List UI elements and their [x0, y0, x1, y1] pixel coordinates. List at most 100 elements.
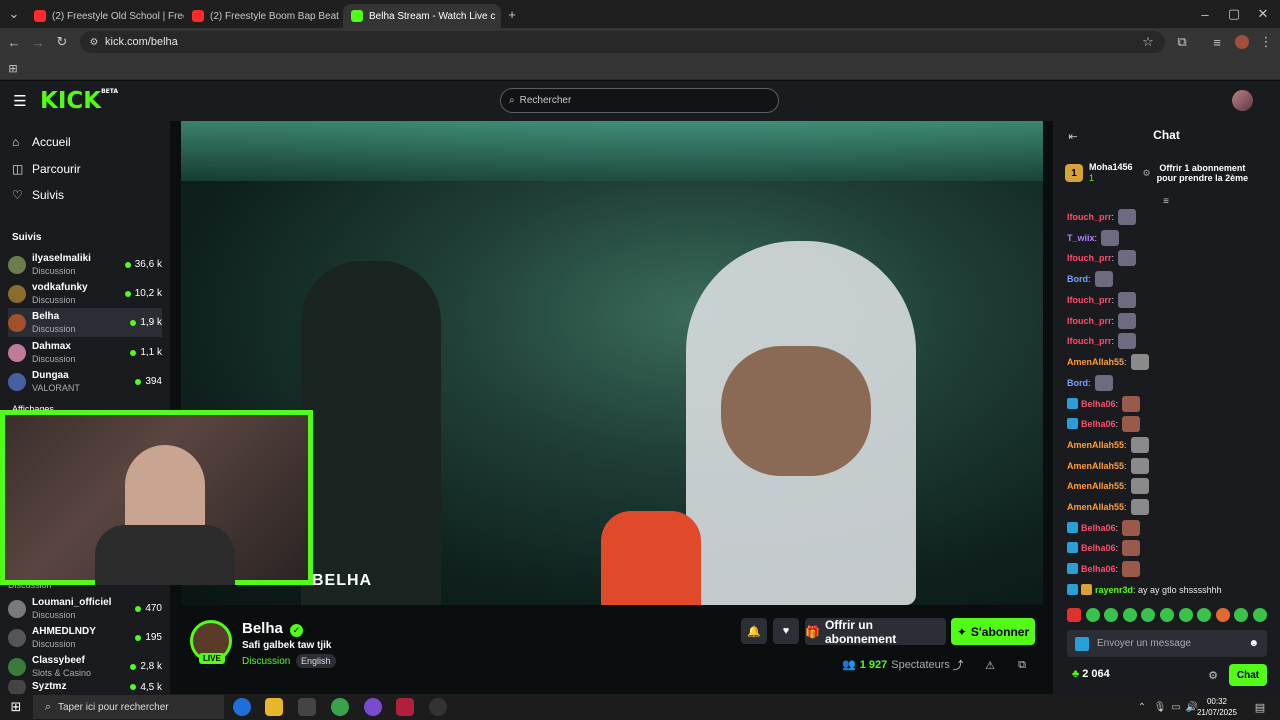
media-control-icon[interactable]: ≡ — [1207, 32, 1227, 52]
emote-icon[interactable] — [1159, 608, 1174, 622]
apps-grid-icon[interactable]: ⊞ — [3, 58, 23, 78]
sidebar-item-suivis[interactable]: ♡ Suivis — [12, 183, 64, 207]
bookmark-star-icon[interactable]: ☆ — [1138, 32, 1158, 52]
gift-sub-button[interactable]: 🎁 Offrir un abonnement — [805, 618, 946, 646]
extensions-icon[interactable]: ⧉ — [1172, 32, 1192, 52]
chat-username[interactable]: rayenr3d — [1095, 585, 1133, 595]
followed-channel-selected[interactable]: Belha Discussion 1,9 k — [8, 308, 162, 337]
windows-start-icon[interactable]: ⊞ — [6, 697, 26, 717]
share-icon[interactable]: ⤴ — [948, 655, 968, 675]
window-close-icon[interactable]: ✕ — [1253, 4, 1273, 24]
file-explorer-icon[interactable] — [265, 698, 283, 716]
chat-username[interactable]: Bord — [1067, 378, 1088, 388]
browser-menu-icon[interactable]: ⋮ — [1256, 32, 1276, 52]
streamer-name[interactable]: Belha ✓ — [242, 620, 304, 637]
chat-username[interactable]: Belha06 — [1081, 523, 1116, 533]
chat-settings-gear-icon[interactable]: ⚙ — [1203, 665, 1223, 685]
chat-username[interactable]: AmenAllah55 — [1067, 481, 1124, 491]
tab-list-icon[interactable]: ⌄ — [4, 4, 24, 24]
chat-username[interactable]: Ifouch_prr — [1067, 316, 1112, 326]
browser-tab-3[interactable]: Belha Stream - Watch Live c 🔊 ✕ — [343, 4, 501, 28]
followed-channel[interactable]: Dahmax Discussion 1,1 k — [8, 338, 162, 367]
emote-icon[interactable] — [1141, 608, 1156, 622]
followed-channel[interactable]: vodkafunky Discussion 10,2 k — [8, 279, 162, 308]
followed-channel[interactable]: Loumani_officiel Discussion 470 — [8, 594, 162, 623]
chat-emote — [1130, 498, 1149, 515]
followed-channel[interactable]: Syztmz 4,5 k — [8, 680, 162, 694]
app-icon[interactable] — [396, 698, 414, 716]
store-icon[interactable] — [298, 698, 316, 716]
emote-icon[interactable] — [1104, 608, 1119, 622]
clip-icon[interactable]: ⧉ — [1012, 655, 1032, 675]
back-icon[interactable]: ← — [4, 32, 24, 52]
notifications-icon[interactable]: ▤ — [1250, 697, 1270, 717]
followed-channel[interactable]: AHMEDLNDY Discussion 195 — [8, 623, 162, 652]
obs-icon[interactable] — [429, 698, 447, 716]
forward-icon[interactable]: → — [28, 32, 48, 52]
sidebar-item-parcourir[interactable]: ◫ Parcourir — [12, 157, 81, 181]
expand-leaderboard-icon[interactable]: ≡ — [1156, 191, 1176, 211]
chat-username[interactable]: AmenAllah55 — [1067, 461, 1124, 471]
subscriber-badge-icon — [1067, 563, 1078, 574]
chat-username[interactable]: Ifouch_prr — [1067, 295, 1112, 305]
chat-message-input[interactable]: Envoyer un message ☻ — [1067, 630, 1267, 657]
browser-tab-1[interactable]: (2) Freestyle Old School | Freest ✕ — [26, 4, 184, 28]
edge-icon[interactable] — [233, 698, 251, 716]
chrome-icon[interactable] — [331, 698, 349, 716]
discord-icon[interactable] — [364, 698, 382, 716]
new-tab-icon[interactable]: + — [502, 4, 522, 24]
address-bar[interactable]: kick.com/belha — [80, 31, 1165, 53]
kick-logo[interactable]: KICKBETA — [40, 88, 118, 114]
emote-icon[interactable] — [1215, 608, 1230, 622]
chat-username[interactable]: AmenAllah55 — [1067, 357, 1124, 367]
chat-username[interactable]: AmenAllah55 — [1067, 440, 1124, 450]
emote-icon[interactable] — [1197, 608, 1212, 622]
emoji-icon[interactable]: ☻ — [1248, 638, 1259, 649]
profile-avatar-icon[interactable] — [1235, 35, 1249, 49]
hamburger-menu-icon[interactable]: ☰ — [10, 91, 30, 111]
notification-bell-button[interactable]: 🔔 — [741, 618, 767, 644]
stream-category-link[interactable]: Discussion — [242, 656, 290, 667]
chat-username[interactable]: Ifouch_prr — [1067, 253, 1112, 263]
chat-username[interactable]: Belha06 — [1081, 564, 1116, 574]
taskbar-search-input[interactable]: Taper ici pour rechercher — [33, 695, 224, 719]
pinned-gift-count: 1 — [1089, 173, 1095, 183]
followed-channel[interactable]: Dungaa VALORANT 394 — [8, 367, 162, 396]
chat-username[interactable]: T_wiix — [1067, 233, 1095, 243]
emote-icon[interactable] — [1178, 608, 1193, 622]
chat-username[interactable]: Belha06 — [1081, 419, 1116, 429]
maximize-icon[interactable]: ▢ — [1224, 4, 1244, 24]
tray-chevron-icon[interactable]: ⌃ — [1132, 697, 1152, 717]
emote-icon[interactable] — [1252, 608, 1267, 622]
emote-icon[interactable] — [1067, 608, 1081, 622]
chat-username[interactable]: Bord — [1067, 274, 1088, 284]
emote-icon[interactable] — [1085, 608, 1100, 622]
reload-icon[interactable]: ↻ — [52, 32, 72, 52]
send-chat-button[interactable]: Chat — [1229, 664, 1267, 686]
browser-tab-2[interactable]: (2) Freestyle Boom Bap Beat | " ✕ — [184, 4, 342, 28]
sidebar-item-accueil[interactable]: ⌂ Accueil — [12, 130, 71, 154]
speaker-icon[interactable]: 🔊 — [495, 10, 501, 23]
emote-icon[interactable] — [1122, 608, 1137, 622]
emote-icon[interactable] — [1234, 608, 1249, 622]
system-clock[interactable]: 00:32 21/07/2025 — [1195, 696, 1239, 718]
minimize-icon[interactable]: – — [1195, 4, 1215, 24]
chat-username[interactable]: Belha06 — [1081, 543, 1116, 553]
pinned-gift-leaderboard[interactable]: 1 Moha1456 1 ⚙ Offrir 1 abonnement pour … — [1065, 158, 1270, 188]
report-warning-icon[interactable]: ⚠ — [980, 655, 1000, 675]
followed-channel[interactable]: Classybeef Slots & Casino 2,8 k — [8, 652, 162, 681]
followed-channel[interactable]: ilyaselmaliki Discussion 36,6 k — [8, 250, 162, 279]
chat-username[interactable]: Ifouch_prr — [1067, 336, 1112, 346]
site-info-icon[interactable]: ⚙ — [84, 32, 104, 52]
user-avatar[interactable] — [1232, 90, 1253, 111]
channel-points[interactable]: ♣ 2 064 — [1072, 668, 1110, 680]
channel-name: Belha — [32, 310, 60, 322]
chat-username[interactable]: AmenAllah55 — [1067, 502, 1124, 512]
follow-button[interactable]: ♥ — [773, 618, 799, 644]
subscribe-button[interactable]: ✦ S'abonner — [951, 618, 1035, 645]
chat-username[interactable]: Belha06 — [1081, 399, 1116, 409]
language-tag[interactable]: English — [296, 654, 336, 668]
chat-username[interactable]: Ifouch_prr — [1067, 212, 1112, 222]
viewer-count-label: Spectateurs — [891, 658, 950, 671]
search-input[interactable]: ⌕ Rechercher — [500, 88, 779, 113]
